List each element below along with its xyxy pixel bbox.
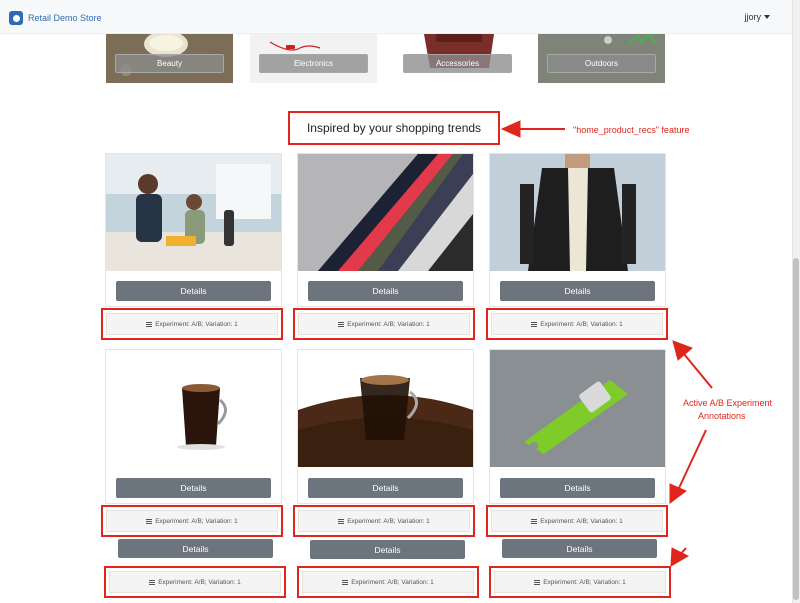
experiment-text: Experiment: A/B; Variation: 1 bbox=[347, 320, 430, 328]
experiment-icon bbox=[342, 579, 349, 585]
experiment-text: Experiment: A/B; Variation: 1 bbox=[543, 578, 626, 586]
details-button[interactable]: Details bbox=[308, 478, 463, 498]
brand-name: Retail Demo Store bbox=[28, 13, 102, 23]
category-outdoors-button[interactable]: Outdoors bbox=[547, 54, 656, 73]
experiment-text: Experiment: A/B; Variation: 1 bbox=[540, 320, 623, 328]
ab-arrowhead-mid bbox=[669, 483, 687, 504]
experiment-icon bbox=[338, 518, 345, 524]
product-card: Details bbox=[297, 153, 474, 307]
experiment-annotation: Experiment: A/B; Variation: 1 bbox=[293, 308, 475, 340]
scrollbar-thumb[interactable] bbox=[793, 258, 799, 600]
details-button[interactable]: Details bbox=[500, 281, 655, 301]
details-button[interactable]: Details bbox=[500, 478, 655, 498]
product-card: Details bbox=[105, 153, 282, 307]
experiment-annotation: Experiment: A/B; Variation: 1 bbox=[486, 308, 668, 340]
product-image[interactable] bbox=[490, 350, 665, 467]
experiment-text: Experiment: A/B; Variation: 1 bbox=[351, 578, 434, 586]
experiment-icon bbox=[146, 518, 153, 524]
experiment-annotation: Experiment: A/B; Variation: 1 bbox=[489, 566, 671, 598]
experiment-icon bbox=[531, 518, 538, 524]
product-image[interactable] bbox=[298, 350, 473, 467]
ab-arrow-low bbox=[678, 547, 687, 557]
category-electronics-button[interactable]: Electronics bbox=[259, 54, 368, 73]
product-image[interactable] bbox=[106, 350, 281, 467]
experiment-text: Experiment: A/B; Variation: 1 bbox=[347, 517, 430, 525]
ab-arrowhead-up bbox=[672, 340, 693, 361]
category-accessories-button[interactable]: Accessories bbox=[403, 54, 512, 73]
category-beauty-button[interactable]: Beauty bbox=[115, 54, 224, 73]
details-button[interactable]: Details bbox=[308, 281, 463, 301]
experiment-text: Experiment: A/B; Variation: 1 bbox=[540, 517, 623, 525]
caret-down-icon bbox=[764, 15, 770, 19]
experiment-icon bbox=[146, 321, 153, 327]
brand-logo-icon bbox=[9, 11, 23, 25]
experiment-annotation: Experiment: A/B; Variation: 1 bbox=[293, 505, 475, 537]
category-tile-beauty[interactable]: Beauty bbox=[106, 34, 233, 83]
product-card: Details bbox=[489, 349, 666, 504]
details-button[interactable]: Details bbox=[502, 539, 657, 558]
experiment-icon bbox=[534, 579, 541, 585]
product-image[interactable] bbox=[298, 154, 473, 271]
details-button[interactable]: Details bbox=[118, 539, 273, 558]
category-tile-outdoors[interactable]: Outdoors bbox=[538, 34, 665, 83]
page: Retail Demo Store jjory Beauty Electroni… bbox=[0, 0, 800, 603]
ab-callout-line1: Active A/B Experiment bbox=[683, 398, 773, 408]
product-card: Details bbox=[105, 349, 282, 504]
experiment-annotation: Experiment: A/B; Variation: 1 bbox=[104, 566, 286, 598]
feature-callout-text: "home_product_recs" feature bbox=[573, 125, 690, 135]
category-tile-accessories[interactable]: Accessories bbox=[394, 34, 521, 83]
experiment-icon bbox=[149, 579, 156, 585]
details-button[interactable]: Details bbox=[310, 540, 465, 559]
product-card: Details bbox=[489, 153, 666, 307]
category-tile-electronics[interactable]: Electronics bbox=[250, 34, 377, 83]
product-image[interactable] bbox=[490, 154, 665, 271]
navbar: Retail Demo Store jjory bbox=[0, 0, 792, 34]
experiment-text: Experiment: A/B; Variation: 1 bbox=[155, 517, 238, 525]
experiment-icon bbox=[531, 321, 538, 327]
experiment-text: Experiment: A/B; Variation: 1 bbox=[155, 320, 238, 328]
user-menu[interactable]: jjory bbox=[744, 12, 770, 22]
details-button[interactable]: Details bbox=[116, 478, 271, 498]
ab-callout-line2: Annotations bbox=[698, 411, 746, 421]
ab-arrow-mid bbox=[678, 429, 707, 489]
experiment-annotation: Experiment: A/B; Variation: 1 bbox=[101, 505, 283, 537]
experiment-icon bbox=[338, 321, 345, 327]
ab-arrow-up bbox=[683, 353, 713, 389]
brand-link[interactable]: Retail Demo Store bbox=[9, 11, 102, 25]
user-name: jjory bbox=[744, 12, 761, 22]
experiment-annotation: Experiment: A/B; Variation: 1 bbox=[101, 308, 283, 340]
feature-arrowhead bbox=[500, 120, 521, 138]
product-image[interactable] bbox=[106, 154, 281, 271]
experiment-annotation: Experiment: A/B; Variation: 1 bbox=[297, 566, 479, 598]
ab-arrowhead-low bbox=[670, 547, 690, 567]
details-button[interactable]: Details bbox=[116, 281, 271, 301]
product-card: Details bbox=[297, 349, 474, 504]
experiment-annotation: Experiment: A/B; Variation: 1 bbox=[486, 505, 668, 537]
experiment-text: Experiment: A/B; Variation: 1 bbox=[158, 578, 241, 586]
section-heading: Inspired by your shopping trends bbox=[288, 111, 500, 145]
